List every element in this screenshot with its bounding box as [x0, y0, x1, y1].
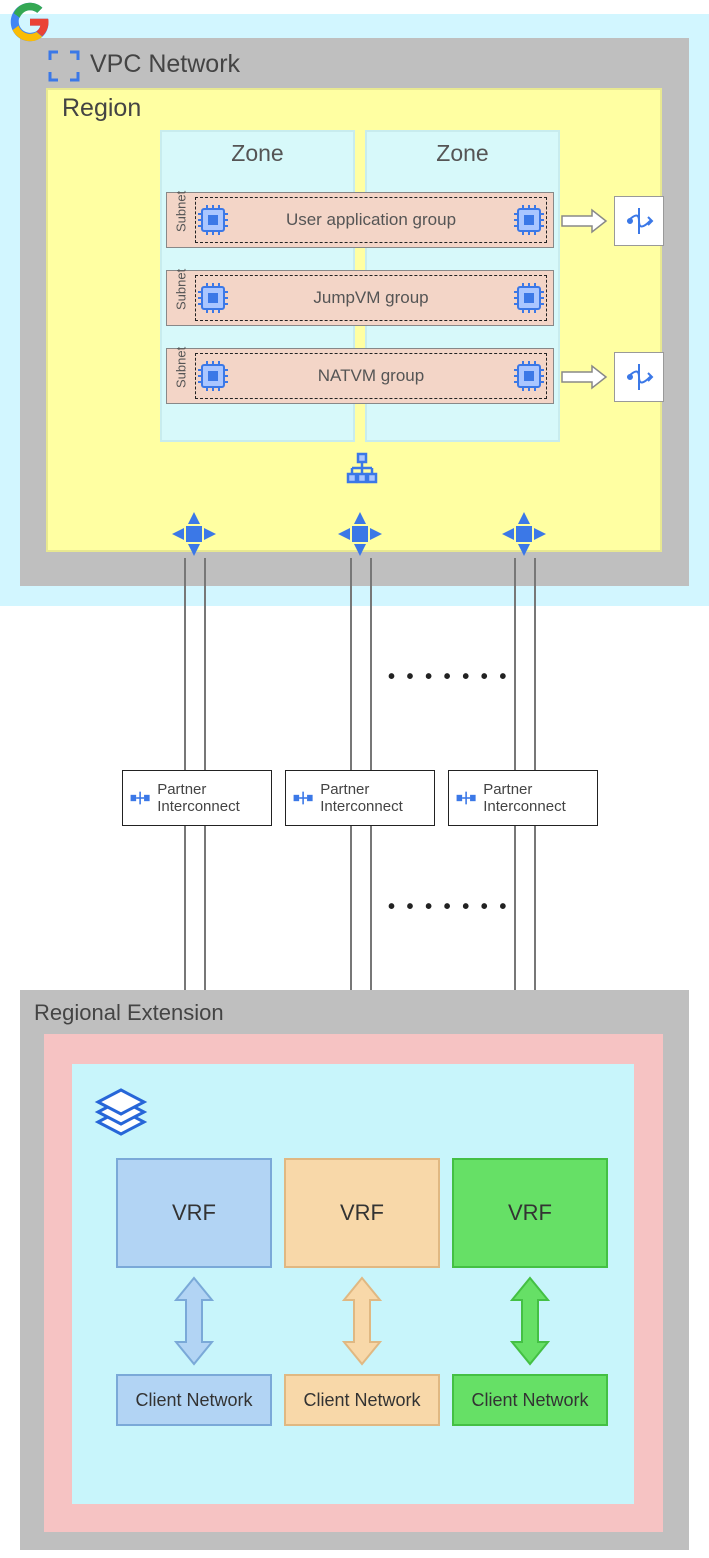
region-title: Region — [62, 94, 141, 123]
vrf-box-green: VRF — [452, 1158, 608, 1268]
vrf-label: VRF — [508, 1200, 552, 1226]
cloud-router-icon — [500, 510, 548, 558]
compute-instance-icon — [196, 359, 230, 393]
subnet-label: Subnet — [174, 364, 189, 388]
google-logo-icon — [8, 0, 52, 44]
extension-title: Regional Extension — [34, 1000, 224, 1026]
ellipsis-dots: • • • • • • • — [388, 896, 509, 919]
zone-title: Zone — [162, 140, 353, 167]
partner-interconnect-box: Partner Interconnect — [122, 770, 272, 826]
bidirectional-arrow-icon — [172, 1276, 216, 1366]
arrow-right-icon — [560, 208, 608, 234]
vrf-box-blue: VRF — [116, 1158, 272, 1268]
link-line — [370, 558, 372, 770]
vpc-title: VPC Network — [90, 50, 240, 79]
dns-icon — [346, 452, 378, 484]
link-line — [534, 558, 536, 770]
interconnect-label: Partner Interconnect — [483, 781, 591, 816]
partner-interconnect-box: Partner Interconnect — [448, 770, 598, 826]
load-balancer-icon — [624, 362, 654, 392]
stack-layers-icon — [88, 1086, 154, 1152]
vrf-label: VRF — [340, 1200, 384, 1226]
bidirectional-arrow-icon — [340, 1276, 384, 1366]
client-label: Client Network — [303, 1390, 420, 1411]
compute-instance-icon — [512, 359, 546, 393]
cloud-router-icon — [170, 510, 218, 558]
subnet-label: Subnet — [174, 286, 189, 310]
arrow-right-icon — [560, 364, 608, 390]
link-line — [350, 558, 352, 770]
load-balancer-icon — [624, 206, 654, 236]
vpc-frame-icon — [46, 48, 82, 84]
ellipsis-dots: • • • • • • • — [388, 666, 509, 689]
vrf-label: VRF — [172, 1200, 216, 1226]
load-balancer-box — [614, 352, 664, 402]
cloud-router-icon — [336, 510, 384, 558]
vrf-box-orange: VRF — [284, 1158, 440, 1268]
interconnect-label: Partner Interconnect — [157, 781, 265, 816]
subnet-text: User application group — [230, 210, 512, 230]
subnet-row-natvm: Subnet NATVM group — [166, 348, 554, 404]
link-line — [184, 558, 186, 770]
subnet-text: NATVM group — [230, 366, 512, 386]
load-balancer-box — [614, 196, 664, 246]
link-line — [514, 558, 516, 770]
interconnect-icon — [129, 784, 151, 812]
bidirectional-arrow-icon — [508, 1276, 552, 1366]
subnet-label: Subnet — [174, 208, 189, 232]
subnet-row-jumpvm: Subnet JumpVM group — [166, 270, 554, 326]
subnet-text: JumpVM group — [230, 288, 512, 308]
client-network-box-green: Client Network — [452, 1374, 608, 1426]
client-label: Client Network — [471, 1390, 588, 1411]
compute-instance-icon — [512, 281, 546, 315]
compute-instance-icon — [196, 281, 230, 315]
subnet-row-user-app: Subnet User application group — [166, 192, 554, 248]
partner-interconnect-box: Partner Interconnect — [285, 770, 435, 826]
client-label: Client Network — [135, 1390, 252, 1411]
compute-instance-icon — [512, 203, 546, 237]
link-line — [204, 558, 206, 770]
client-network-box-orange: Client Network — [284, 1374, 440, 1426]
interconnect-icon — [455, 784, 477, 812]
interconnect-label: Partner Interconnect — [320, 781, 428, 816]
compute-instance-icon — [196, 203, 230, 237]
client-network-box-blue: Client Network — [116, 1374, 272, 1426]
zone-title: Zone — [367, 140, 558, 167]
interconnect-icon — [292, 784, 314, 812]
